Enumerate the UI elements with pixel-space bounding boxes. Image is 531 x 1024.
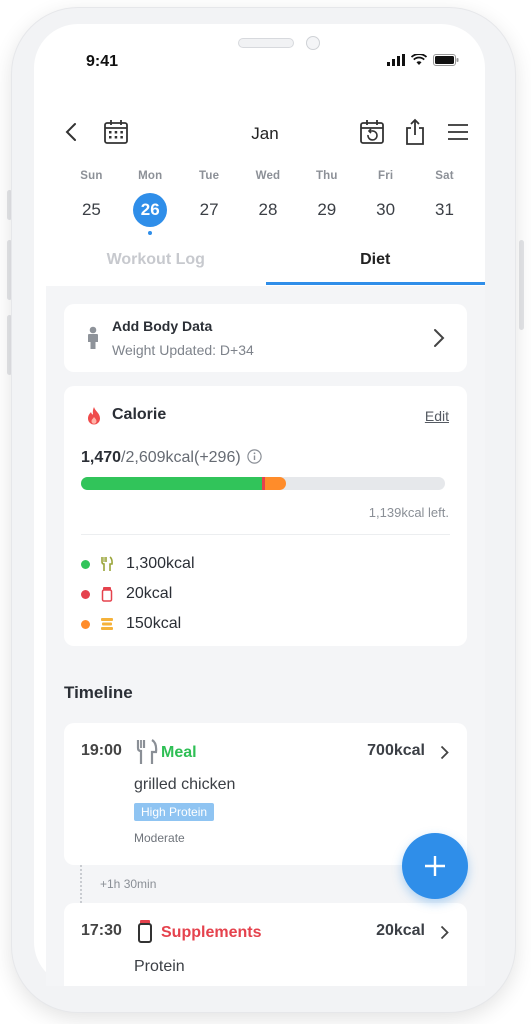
target-kcal: /2,609kcal(+296) (121, 449, 241, 466)
front-camera (306, 36, 320, 50)
day-date: 30 (376, 200, 396, 219)
hamburger-menu-icon (448, 124, 468, 140)
day-fri[interactable]: Fri 30 (356, 170, 415, 235)
legend-value: 150kcal (126, 615, 182, 632)
nutrition-tag: High Protein (134, 803, 215, 821)
day-name: Fri (377, 170, 394, 182)
day-date: 27 (199, 200, 219, 219)
back-button[interactable] (64, 122, 78, 142)
day-name: Thu (315, 170, 338, 182)
battery-icon (433, 54, 459, 66)
timeline-title: Timeline (64, 683, 133, 702)
time-gap: +1h 30min (100, 877, 157, 891)
week-strip: Sun 25 Mon 26 Tue 27 Wed 28 Thu 29 Fri 30 Sat 3… (62, 170, 474, 235)
calendar-button[interactable] (103, 119, 129, 145)
legend-value: 1,300kcal (126, 555, 195, 572)
day-sun[interactable]: Sun 25 (62, 170, 121, 235)
calorie-card: Calorie Edit 1,470/2,609kcal(+296) 1,139… (64, 386, 467, 646)
legend-meal: 1,300kcal (81, 549, 195, 579)
snack-icon (101, 618, 113, 630)
entry-type: Meal (161, 744, 197, 761)
intensity-note: Moderate (134, 831, 185, 845)
day-name: Wed (255, 170, 281, 182)
tab-diet[interactable]: Diet (265, 245, 485, 285)
day-tue[interactable]: Tue 27 (180, 170, 239, 235)
calorie-legend: 1,300kcal 20kcal 150kcal (81, 549, 195, 639)
status-icons (387, 54, 459, 66)
status-time: 9:41 (86, 53, 119, 70)
legend-dot (81, 559, 90, 569)
day-mon-selected[interactable]: Mon 26 (121, 170, 180, 235)
day-wed[interactable]: Wed 28 (239, 170, 298, 235)
supplement-bottle-icon (138, 920, 152, 943)
chevron-left-icon (65, 123, 76, 141)
timeline-entry-meal[interactable]: 19:00 Meal 700kcal grilled chicken High … (64, 723, 467, 865)
day-thu[interactable]: Thu 29 (297, 170, 356, 235)
food-name: grilled chicken (134, 776, 236, 793)
plus-icon (425, 856, 445, 876)
progress-segment-meal (81, 477, 263, 490)
calorie-title: Calorie (112, 406, 167, 423)
entry-time: 17:30 (81, 922, 122, 939)
day-name: Tue (199, 170, 220, 182)
person-icon (88, 326, 98, 349)
progress-segment-snack (265, 477, 287, 490)
divider (81, 534, 450, 535)
legend-dot (81, 619, 90, 629)
entry-kcal: 700kcal (367, 742, 425, 759)
speaker (238, 38, 294, 48)
entry-time: 19:00 (81, 742, 122, 759)
edit-calorie-link[interactable]: Edit (425, 408, 449, 424)
chevron-right-icon (440, 925, 449, 940)
calorie-summary: 1,470/2,609kcal(+296) (81, 449, 262, 467)
flame-icon (88, 407, 100, 425)
entry-kcal: 20kcal (376, 922, 425, 939)
add-entry-button[interactable] (402, 833, 468, 899)
chevron-right-icon (434, 329, 445, 347)
day-sat[interactable]: Sat 31 (415, 170, 474, 235)
entry-type: Supplements (161, 924, 262, 941)
consumed-kcal: 1,470 (81, 449, 122, 466)
body-data-title: Add Body Data (112, 318, 213, 334)
calendar-refresh-button[interactable] (359, 119, 385, 145)
wifi-icon (411, 54, 427, 65)
month-title[interactable]: Jan (230, 124, 300, 144)
chevron-right-icon (440, 745, 449, 760)
day-name: Mon (138, 170, 163, 182)
calories-left: 1,139kcal left. (368, 505, 449, 520)
tab-workout-log[interactable]: Workout Log (46, 245, 266, 285)
fork-knife-icon (101, 556, 113, 571)
food-name: Protein (134, 958, 185, 975)
legend-dot (81, 589, 90, 599)
signal-icon (387, 54, 405, 66)
calorie-progress-bar (81, 477, 445, 490)
supplement-bottle-icon (101, 587, 113, 602)
day-date: 28 (258, 200, 278, 219)
day-name: Sun (80, 170, 103, 182)
day-date: 29 (317, 200, 337, 219)
body-data-subtitle: Weight Updated: D+34 (112, 342, 254, 358)
day-name: Sat (435, 170, 454, 182)
info-icon (247, 449, 262, 464)
fork-knife-icon (136, 739, 158, 764)
legend-value: 20kcal (126, 585, 173, 602)
tab-bar: Workout Log Diet (46, 245, 485, 285)
day-date: 26 (133, 193, 168, 227)
calendar-refresh-icon (360, 120, 384, 144)
selected-dot (148, 231, 153, 235)
legend-supplement: 20kcal (81, 579, 195, 609)
share-button[interactable] (404, 118, 426, 146)
timeline-entry-supplements[interactable]: 17:30 Supplements 20kcal Protein (64, 903, 467, 986)
timeline-connector (80, 865, 82, 903)
day-date: 25 (81, 200, 101, 219)
calendar-icon (104, 120, 128, 144)
share-icon (406, 118, 424, 145)
menu-button[interactable] (447, 123, 469, 141)
legend-snack: 150kcal (81, 609, 195, 639)
day-date: 31 (435, 200, 454, 219)
add-body-data-card[interactable]: Add Body Data Weight Updated: D+34 (64, 304, 467, 372)
